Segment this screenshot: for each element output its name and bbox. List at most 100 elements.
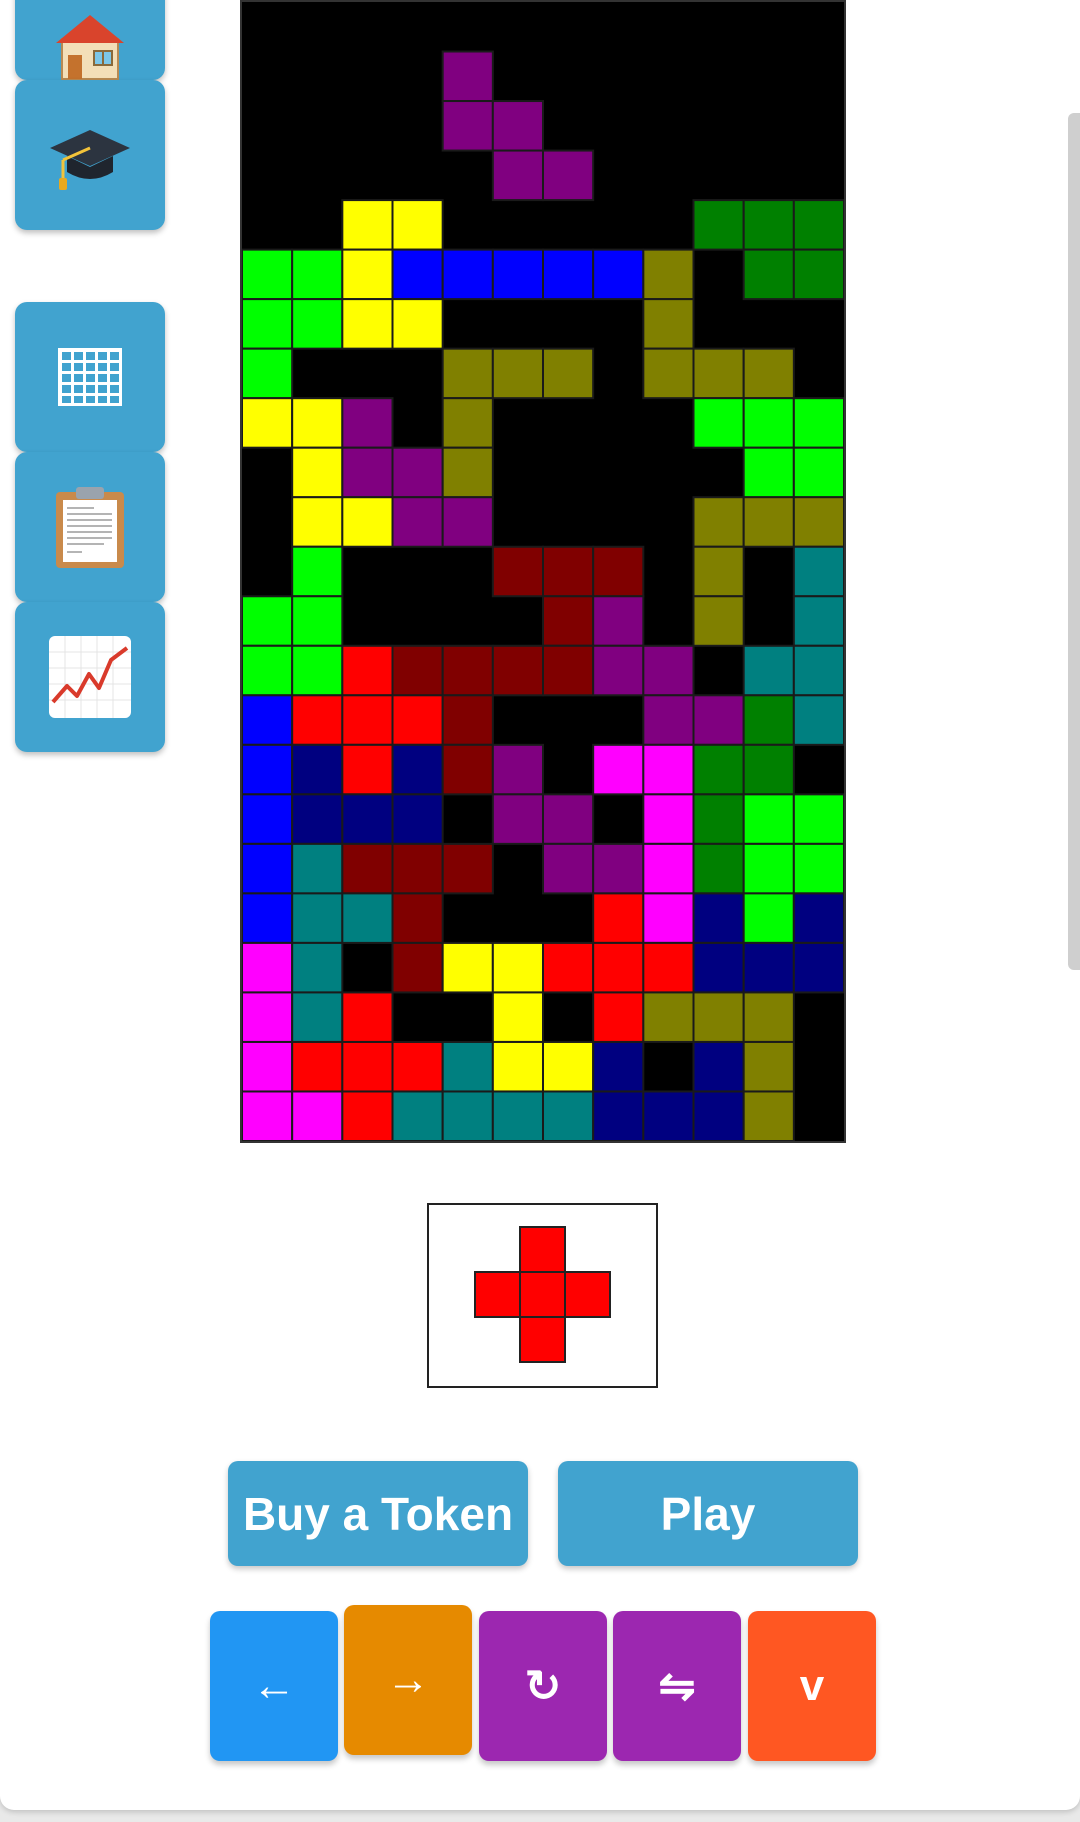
graduation-cap-icon — [50, 130, 130, 190]
drop-down-icon: v — [799, 1661, 825, 1710]
board-cell — [242, 892, 294, 944]
clipboard-icon — [56, 487, 124, 568]
board-cell — [692, 199, 745, 251]
board-cell — [742, 644, 795, 697]
board-cell — [391, 892, 444, 944]
board-cell — [792, 446, 844, 499]
board-cell — [491, 100, 544, 152]
board-cell — [692, 743, 745, 796]
board-cell — [542, 595, 595, 647]
board-cell — [341, 1090, 394, 1141]
board-cell — [291, 694, 344, 746]
board-cell — [792, 545, 844, 598]
board-cell — [242, 347, 294, 400]
rotate-icon: ↻ — [524, 1661, 562, 1711]
board-cell — [291, 941, 344, 994]
arrow-right-icon: → — [386, 1655, 430, 1704]
learn-button[interactable] — [15, 80, 165, 230]
rotate-button[interactable]: ↻ — [479, 1611, 607, 1761]
board-cell — [391, 298, 444, 350]
grid-button[interactable] — [15, 302, 165, 452]
board-cell — [491, 743, 544, 796]
board-cell — [341, 743, 394, 796]
board-cell — [242, 991, 294, 1043]
board-cell — [291, 545, 344, 598]
board-cell — [391, 793, 444, 845]
board-cell — [341, 991, 394, 1043]
board-cell — [441, 743, 494, 796]
board-cell — [491, 545, 544, 598]
board-cell — [792, 248, 844, 301]
board-cell — [491, 644, 544, 697]
board-cell — [341, 892, 394, 944]
board-cell — [592, 743, 645, 796]
board-cell — [692, 347, 745, 400]
board-cell — [491, 248, 544, 301]
board-cell — [441, 496, 494, 548]
board-cell — [792, 397, 844, 449]
flip-button[interactable]: ⇋ — [613, 1611, 741, 1761]
board-cell — [542, 644, 595, 697]
stats-button[interactable] — [15, 602, 165, 752]
board-cell — [291, 892, 344, 944]
board-cell — [491, 347, 544, 400]
move-right-button[interactable]: → — [344, 1605, 472, 1755]
board-cell — [291, 248, 344, 301]
board-cell — [592, 595, 645, 647]
board-cell — [792, 496, 844, 548]
board-cell — [391, 496, 444, 548]
play-button[interactable]: Play — [558, 1461, 858, 1566]
board-cell — [592, 892, 645, 944]
board-cell — [692, 496, 745, 548]
board-cell — [391, 248, 444, 301]
board-cell — [341, 793, 394, 845]
board-cell — [642, 991, 695, 1043]
board-cell — [391, 446, 444, 499]
board-cell — [792, 595, 844, 647]
game-board[interactable] — [240, 0, 846, 1143]
board-cell — [242, 842, 294, 895]
board-cell — [692, 892, 745, 944]
board-cell — [592, 991, 645, 1043]
board-cell — [692, 1090, 745, 1141]
board-cell — [341, 496, 394, 548]
board-cell — [242, 793, 294, 845]
board-cell — [341, 248, 394, 301]
clipboard-button[interactable] — [15, 452, 165, 602]
board-cell — [391, 694, 444, 746]
board-cell — [742, 397, 795, 449]
board-cell — [592, 248, 645, 301]
board-cell — [441, 248, 494, 301]
board-cell — [391, 1040, 444, 1093]
board-cell — [491, 941, 544, 994]
scrollbar[interactable] — [1068, 113, 1080, 970]
board-cell — [441, 100, 494, 152]
board-cell — [391, 199, 444, 251]
board-cell — [291, 991, 344, 1043]
board-cell — [692, 595, 745, 647]
move-left-button[interactable]: ← — [210, 1611, 338, 1761]
board-cell — [592, 644, 645, 697]
board-cell — [291, 298, 344, 350]
board-cell — [441, 1090, 494, 1141]
board-cell — [592, 1040, 645, 1093]
board-cell — [341, 446, 394, 499]
arrow-left-icon: ← — [252, 1661, 296, 1710]
buy-token-button[interactable]: Buy a Token — [228, 1461, 528, 1566]
board-cell — [792, 941, 844, 994]
board-grid — [242, 50, 844, 1141]
board-cell — [391, 941, 444, 994]
board-cell — [742, 1040, 795, 1093]
board-cell — [642, 644, 695, 697]
board-cell — [291, 496, 344, 548]
board-cell — [391, 1090, 444, 1141]
board-cell — [341, 842, 394, 895]
board-cell — [441, 50, 494, 103]
board-cell — [642, 842, 695, 895]
drop-button[interactable]: v — [748, 1611, 876, 1761]
board-cell — [242, 644, 294, 697]
home-button[interactable] — [15, 0, 165, 80]
board-cell — [592, 1090, 645, 1141]
board-cell — [242, 248, 294, 301]
board-cell — [491, 991, 544, 1043]
